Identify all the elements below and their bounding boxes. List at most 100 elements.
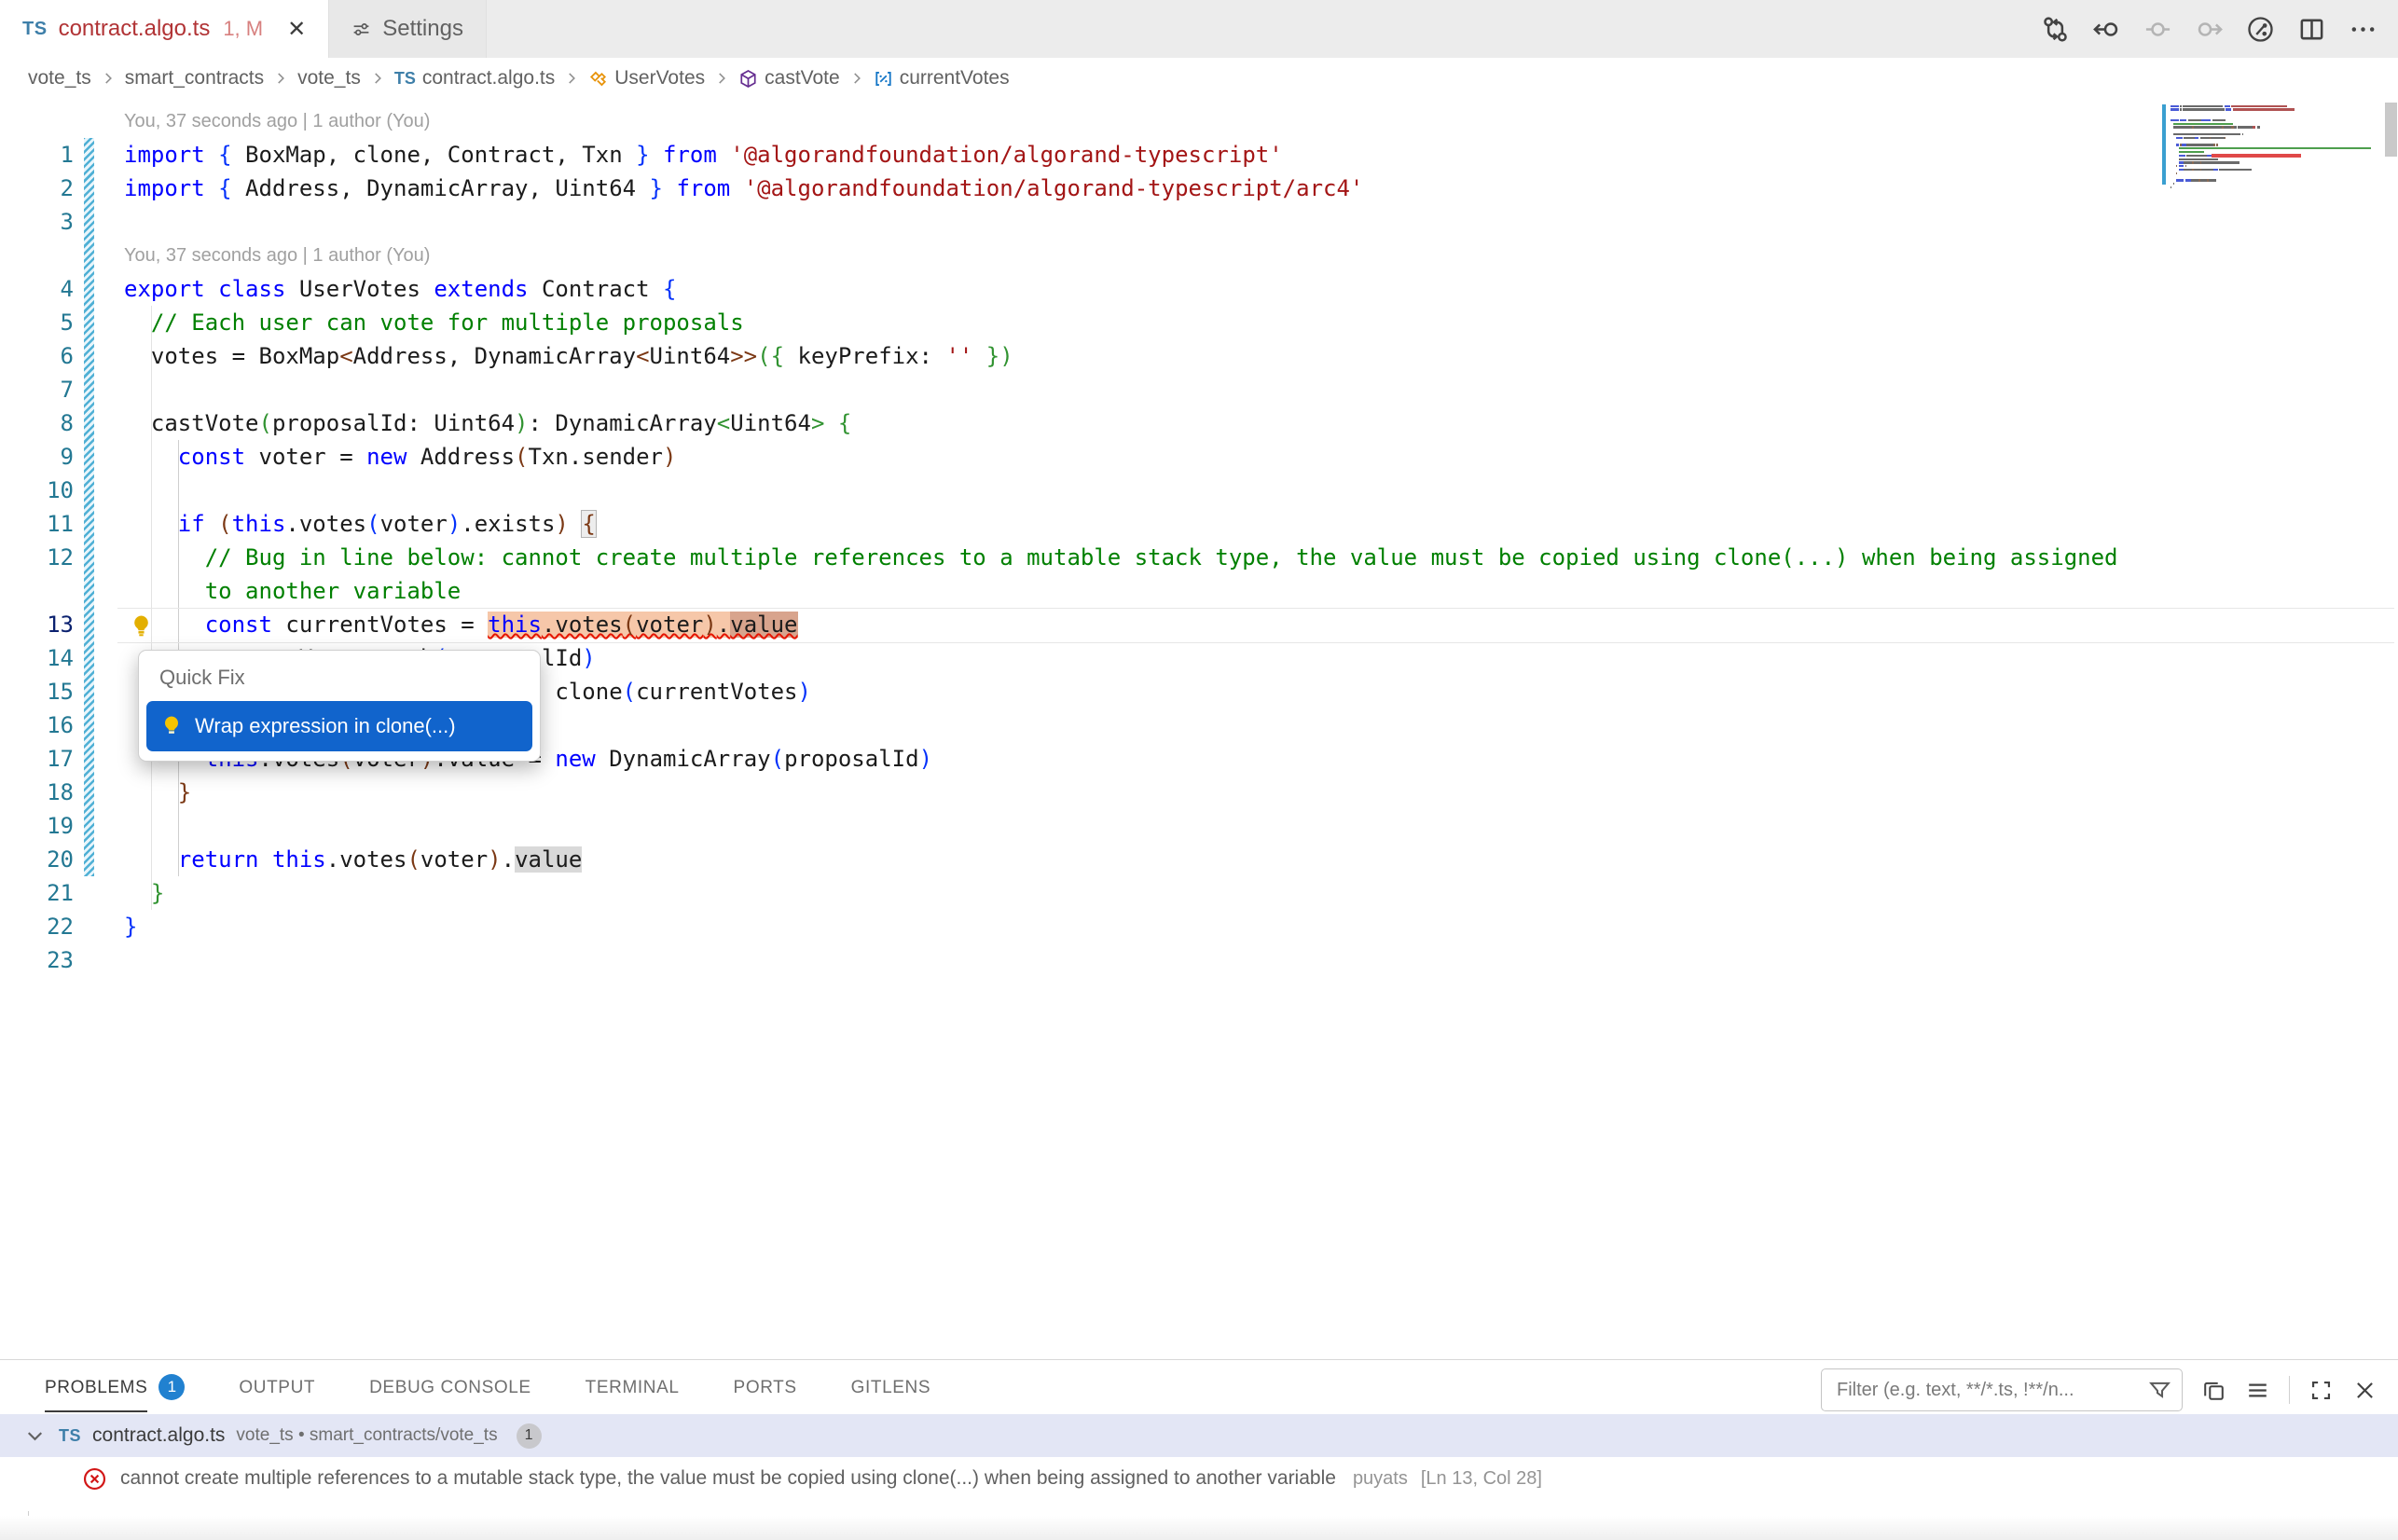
split-editor-icon[interactable]	[2297, 15, 2326, 44]
minimap-bar	[2201, 169, 2213, 171]
tab-settings[interactable]: Settings	[329, 0, 487, 58]
minimap-bar	[2200, 179, 2207, 181]
line-number: 21	[0, 876, 74, 910]
close-tab-icon[interactable]: ✕	[287, 16, 306, 43]
breadcrumb-item-method[interactable]: castVote	[738, 67, 840, 89]
minimap-bar	[2203, 158, 2217, 160]
code-line[interactable]: 19	[0, 809, 2163, 843]
code-line[interactable]: 9 const voter = new Address(Txn.sender)	[0, 440, 2163, 474]
chevron-right-icon	[100, 70, 117, 87]
minimap-bar	[2211, 133, 2229, 135]
minimap-bar	[2225, 137, 2226, 139]
code-line[interactable]: 1import { BoxMap, clone, Contract, Txn }…	[0, 138, 2163, 172]
code-line[interactable]: 8 castVote(proposalId: Uint64): DynamicA…	[0, 406, 2163, 440]
panel-tab-ports[interactable]: PORTS	[734, 1362, 797, 1412]
panel-tab-output[interactable]: OUTPUT	[239, 1362, 315, 1412]
ts-file-icon: TS	[394, 69, 416, 89]
code-line[interactable]: 13 const currentVotes = this.votes(voter…	[0, 608, 2163, 641]
navigate-circle-icon	[2143, 15, 2172, 44]
minimap-bar	[2257, 126, 2260, 128]
editor-scrollbar-thumb[interactable]	[2385, 103, 2397, 157]
chevron-right-icon	[713, 70, 730, 87]
more-actions-icon[interactable]	[2349, 15, 2377, 44]
breadcrumb-item-file[interactable]: TS contract.algo.ts	[394, 67, 555, 89]
panel-toolbar	[1821, 1368, 2377, 1412]
tab-contract-algo-ts[interactable]: TS contract.algo.ts 1, M ✕	[0, 0, 329, 58]
quick-fix-popup: Quick Fix Wrap expression in clone(...)	[138, 650, 541, 762]
minimap-bar	[2185, 165, 2186, 167]
vscode-window: TS contract.algo.ts 1, M ✕ Settings	[0, 0, 2398, 1540]
code-line[interactable]: 20 return this.votes(voter).value	[0, 843, 2163, 876]
code-text: votes = BoxMap<Address, DynamicArray<Uin…	[124, 339, 1013, 373]
line-number: 23	[0, 943, 74, 977]
code-line[interactable]: 6 votes = BoxMap<Address, DynamicArray<U…	[0, 339, 2163, 373]
line-number: 8	[0, 406, 74, 440]
code-line[interactable]: 3	[0, 205, 2163, 239]
code-line[interactable]: 10	[0, 474, 2163, 507]
copy-icon[interactable]	[2201, 1378, 2226, 1403]
line-number	[0, 574, 74, 608]
view-as-table-icon[interactable]	[2245, 1378, 2270, 1403]
code-line[interactable]: 7	[0, 373, 2163, 406]
line-number: 17	[0, 742, 74, 776]
minimap-bar	[2173, 133, 2184, 135]
blame-annotation-row[interactable]: You, 37 seconds ago | 1 author (You)	[0, 104, 2163, 138]
minimap-bar	[2216, 144, 2217, 145]
navigate-back-icon[interactable]	[2092, 15, 2121, 44]
code-line[interactable]: 18 }	[0, 776, 2163, 809]
minimap-bar	[2212, 119, 2225, 121]
code-line[interactable]: 21 }	[0, 876, 2163, 910]
code-text: if (this.votes(voter).exists) {	[124, 507, 596, 541]
bottom-panel: PROBLEMS 1 OUTPUT DEBUG CONSOLE TERMINAL…	[0, 1359, 2398, 1540]
code-text: castVote(proposalId: Uint64): DynamicArr…	[124, 406, 851, 440]
breadcrumb-item[interactable]: vote_ts	[297, 67, 361, 89]
minimap-bar	[2173, 123, 2233, 125]
panel-tab-gitlens[interactable]: GITLENS	[851, 1362, 931, 1412]
panel-tab-debug-console[interactable]: DEBUG CONSOLE	[369, 1362, 531, 1412]
code-line[interactable]: 23	[0, 943, 2163, 977]
lightbulb-icon[interactable]	[129, 613, 154, 639]
code-line[interactable]: to another variable	[0, 574, 2163, 608]
quick-fix-item-selected[interactable]: Wrap expression in clone(...)	[146, 701, 532, 751]
git-compare-icon[interactable]	[2041, 15, 2070, 44]
problem-row-error[interactable]: cannot create multiple references to a m…	[0, 1457, 2398, 1500]
code-text: You, 37 seconds ago | 1 author (You)	[124, 239, 430, 272]
code-line[interactable]: 5 // Each user can vote for multiple pro…	[0, 306, 2163, 339]
line-number	[0, 239, 74, 272]
line-number: 12	[0, 541, 74, 574]
problems-filter[interactable]	[1821, 1368, 2183, 1411]
ts-file-icon: TS	[59, 1426, 81, 1446]
line-number: 4	[0, 272, 74, 306]
blame-annotation-row[interactable]: You, 37 seconds ago | 1 author (You)	[0, 239, 2163, 272]
maximize-panel-icon[interactable]	[2308, 1378, 2334, 1403]
minimap-bar	[2186, 144, 2195, 145]
minimap[interactable]	[2163, 101, 2383, 1359]
chevron-down-icon[interactable]	[22, 1423, 48, 1449]
close-panel-icon[interactable]	[2352, 1378, 2377, 1403]
minimap-bar	[2201, 119, 2211, 121]
code-text: export class UserVotes extends Contract …	[124, 272, 676, 306]
code-line[interactable]: 4 export class UserVotes extends Contract…	[0, 272, 2163, 306]
code-editor[interactable]: You, 37 seconds ago | 1 author (You)1imp…	[0, 99, 2398, 1359]
minimap-bar	[2184, 137, 2195, 139]
code-line[interactable]: 11 if (this.votes(voter).exists) {	[0, 507, 2163, 541]
problems-file-row[interactable]: TS contract.algo.ts vote_ts • smart_cont…	[0, 1414, 2398, 1457]
code-line[interactable]: 22}	[0, 910, 2163, 943]
breadcrumb-item-class[interactable]: UserVotes	[588, 67, 705, 89]
filter-icon[interactable]	[2147, 1378, 2172, 1403]
minimap-bar	[2238, 126, 2253, 128]
minimap-bar	[2184, 161, 2192, 163]
problems-filter-input[interactable]	[1835, 1379, 2140, 1402]
breadcrumb-item[interactable]: smart_contracts	[125, 67, 264, 89]
breadcrumb-item-variable[interactable]: currentVotes	[874, 67, 1010, 89]
minimap-bar	[2200, 137, 2210, 139]
code-line[interactable]: 2import { Address, DynamicArray, Uint64 …	[0, 172, 2163, 205]
code-text: to another variable	[124, 574, 461, 608]
code-text: // Bug in line below: cannot create mult…	[124, 541, 2118, 574]
run-or-debug-icon[interactable]	[2246, 15, 2275, 44]
breadcrumb-item[interactable]: vote_ts	[28, 67, 91, 89]
code-line[interactable]: 12 // Bug in line below: cannot create m…	[0, 541, 2163, 574]
panel-tab-problems[interactable]: PROBLEMS 1	[45, 1362, 185, 1412]
minimap-bar	[2186, 155, 2207, 157]
panel-tab-terminal[interactable]: TERMINAL	[586, 1362, 680, 1412]
